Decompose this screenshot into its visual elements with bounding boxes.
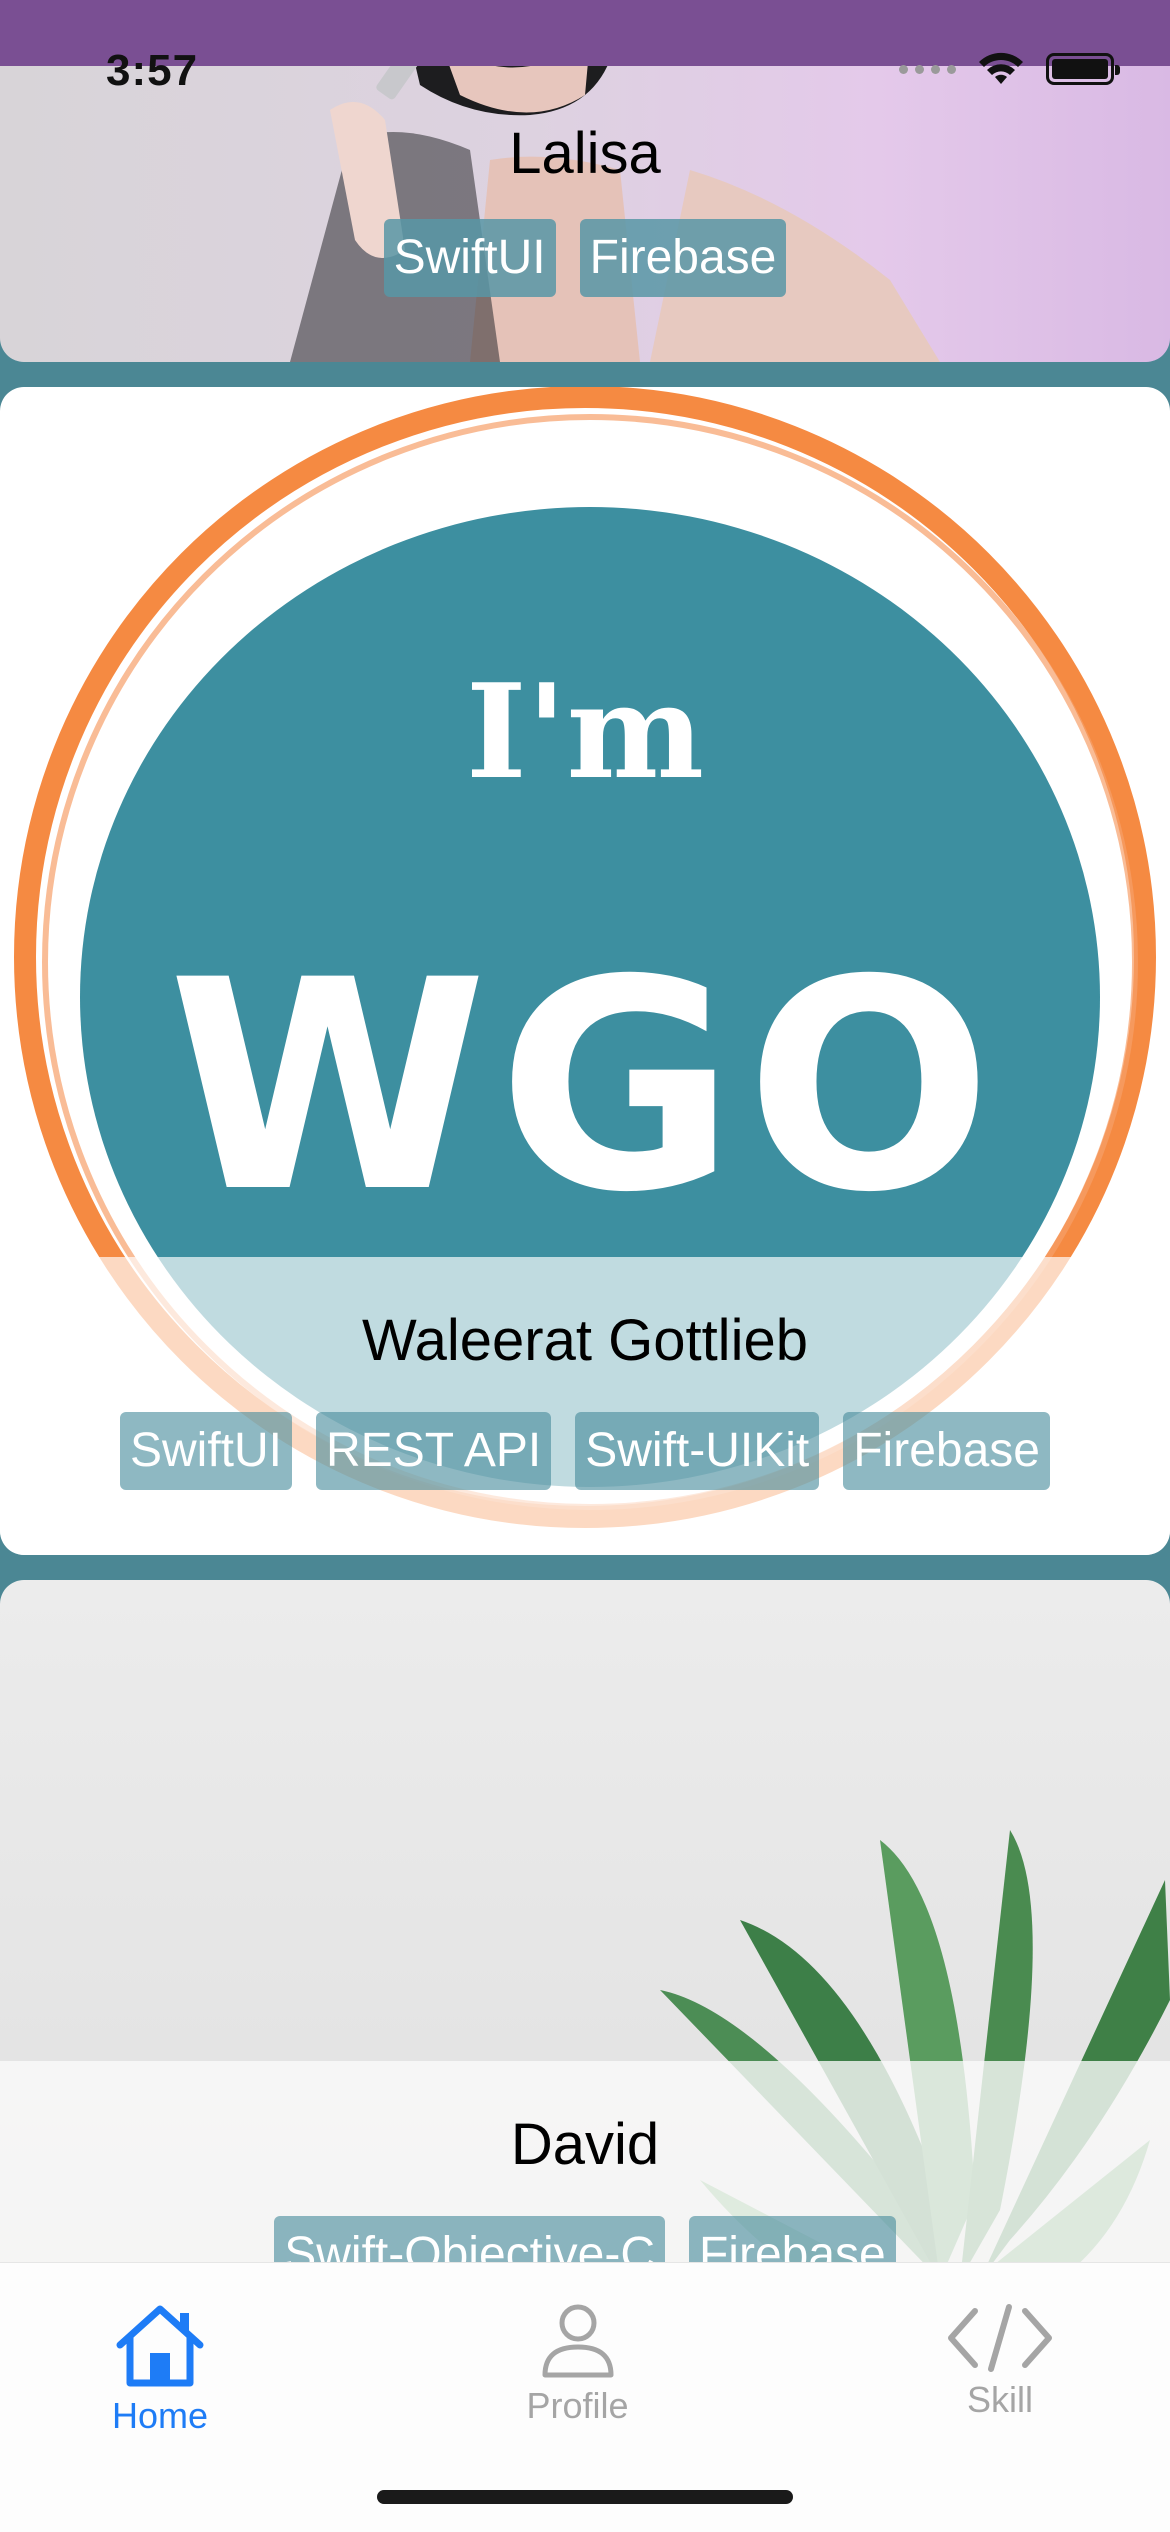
- card-info-band: Waleerat Gottlieb SwiftUI REST API Swift…: [0, 1257, 1170, 1555]
- code-icon: [948, 2304, 1052, 2372]
- tab-home[interactable]: Home: [100, 2303, 220, 2437]
- skill-tag: Firebase: [843, 1412, 1050, 1490]
- battery-icon: [1046, 53, 1120, 85]
- profile-card-waleerat-gottlieb[interactable]: I'm WGO Waleerat Gottlieb SwiftUI REST A…: [0, 387, 1170, 1555]
- skill-tag: SwiftUI: [120, 1412, 293, 1490]
- skill-tag: Swift-UIKit: [575, 1412, 820, 1490]
- home-indicator[interactable]: [377, 2490, 793, 2504]
- house-icon: [116, 2305, 204, 2387]
- status-time: 3:57: [106, 46, 199, 95]
- tag-row: SwiftUI REST API Swift-UIKit Firebase: [120, 1412, 1050, 1490]
- tab-label: Home: [111, 2395, 209, 2436]
- skill-tag: SwiftUI: [383, 219, 556, 297]
- tab-label: Skill: [966, 2379, 1033, 2420]
- tag-row: SwiftUI Firebase: [383, 219, 787, 297]
- skill-tag: REST API: [316, 1412, 552, 1490]
- logo-line1: I'm: [466, 655, 704, 808]
- skill-tag: Firebase: [579, 219, 787, 297]
- tab-skill[interactable]: Skill: [940, 2303, 1060, 2421]
- cellular-signal-icon: [899, 64, 956, 74]
- wifi-icon: [978, 52, 1024, 86]
- card-name: David: [510, 2112, 660, 2177]
- card-info-band: Lalisa SwiftUI Firebase: [0, 110, 1170, 297]
- card-name: Waleerat Gottlieb: [362, 1308, 808, 1373]
- card-name: Lalisa: [509, 121, 661, 186]
- person-icon: [542, 2304, 613, 2378]
- logo-line2: WGO: [168, 919, 1002, 1256]
- tab-profile[interactable]: Profile: [515, 2303, 640, 2427]
- profile-card-david[interactable]: David Swift-Objective-C Firebase: [0, 1580, 1170, 2380]
- tab-label: Profile: [526, 2385, 629, 2426]
- status-icons: [899, 52, 1120, 86]
